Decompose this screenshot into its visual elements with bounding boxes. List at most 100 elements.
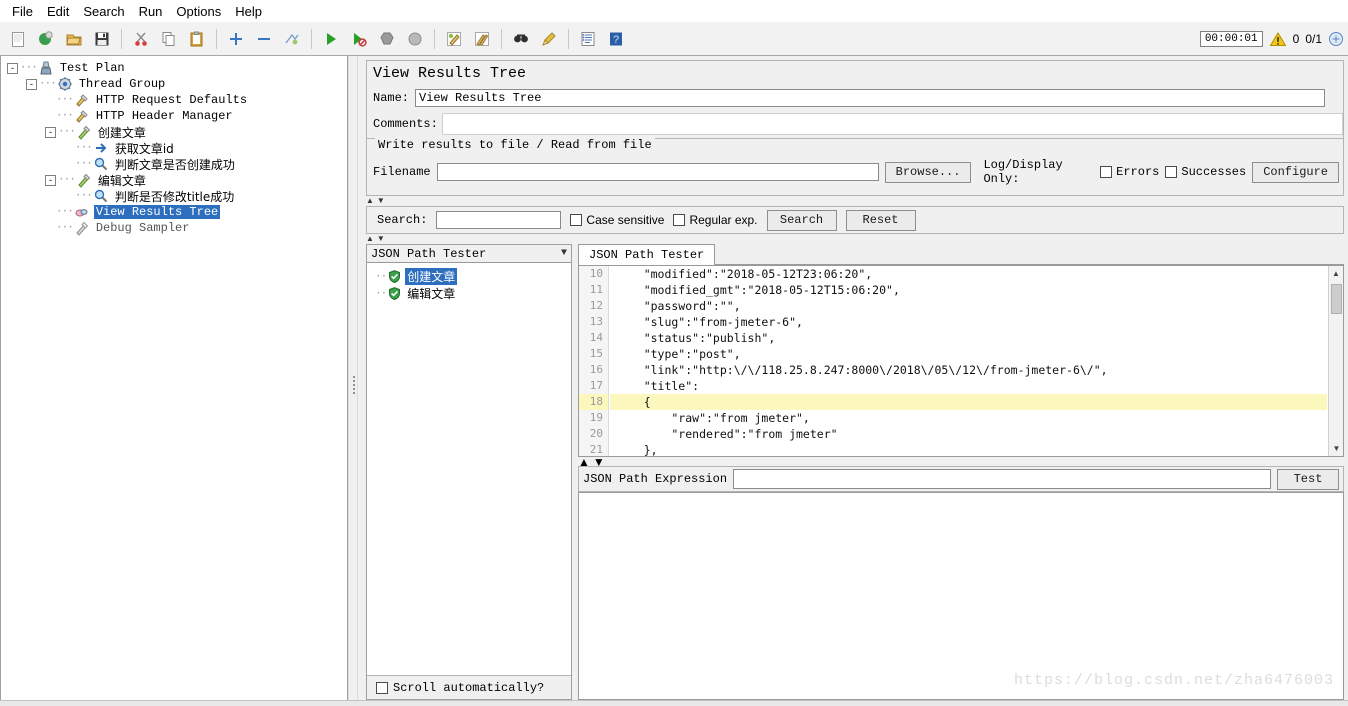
scroll-down-arrow[interactable]: ▼	[1329, 441, 1343, 456]
code-line[interactable]: },	[610, 442, 1327, 456]
stop-icon[interactable]	[375, 27, 399, 51]
search-button[interactable]: Search	[766, 209, 837, 231]
search-reset-icon[interactable]	[537, 27, 561, 51]
regular-exp-wrap[interactable]: Regular exp.	[673, 213, 758, 227]
tree-node[interactable]: ··· HTTP Request Defaults	[7, 92, 347, 108]
tree-node-label[interactable]: Test Plan	[58, 61, 127, 75]
tree-node[interactable]: ··· 获取文章id	[7, 140, 347, 156]
code-line[interactable]: "modified":"2018-05-12T23:06:20",	[610, 266, 1327, 282]
comments-input[interactable]	[441, 113, 1343, 135]
tree-node-label[interactable]: 编辑文章	[96, 172, 148, 189]
test-plan-tree[interactable]: - ··· Test Plan - ··· Thread Group ··· HTTP Req…	[1, 56, 347, 236]
menu-options[interactable]: Options	[169, 2, 228, 21]
browse-button[interactable]: Browse...	[884, 161, 972, 183]
search-input[interactable]	[436, 211, 562, 229]
json-path-result-area[interactable]	[578, 492, 1344, 700]
tree-node-label[interactable]: HTTP Header Manager	[94, 109, 235, 123]
paste-icon[interactable]	[185, 27, 209, 51]
templates-icon[interactable]	[34, 27, 58, 51]
tree-node[interactable]: ··· View Results Tree	[7, 204, 347, 220]
tree-node[interactable]: ··· Debug Sampler	[7, 220, 347, 236]
json-vertical-scrollbar[interactable]: ▲ ▼	[1328, 266, 1343, 456]
search-icon[interactable]	[509, 27, 533, 51]
split-down-arrow[interactable]: ▼	[377, 196, 385, 205]
collapse-all-icon[interactable]	[252, 27, 276, 51]
test-plan-tree-panel[interactable]: - ··· Test Plan - ··· Thread Group ··· HTTP Req…	[0, 56, 348, 706]
filename-input[interactable]	[436, 163, 879, 181]
tree-toggle-icon[interactable]: -	[7, 62, 18, 74]
renderer-combobox[interactable]: JSON Path Tester ▼	[367, 245, 571, 263]
menu-search[interactable]: Search	[76, 2, 131, 21]
json-code-content[interactable]: "modified":"2018-05-12T23:06:20", "modif…	[610, 266, 1327, 456]
cut-icon[interactable]	[129, 27, 153, 51]
case-sensitive-checkbox[interactable]	[570, 214, 583, 226]
tree-node[interactable]: ··· 判断文章是否创建成功	[7, 156, 347, 172]
name-input[interactable]: View Results Tree	[415, 89, 1326, 107]
file-group-split-handle[interactable]: ▲ ▼	[366, 196, 1344, 205]
reset-button[interactable]: Reset	[845, 209, 916, 231]
tree-node-label[interactable]: View Results Tree	[93, 205, 221, 219]
code-line[interactable]: {	[610, 394, 1327, 410]
errors-checkbox-wrap[interactable]: Errors	[1100, 165, 1159, 179]
chevron-down-icon[interactable]: ▼	[561, 248, 567, 259]
tree-node-label[interactable]: 创建文章	[96, 124, 148, 141]
scroll-up-arrow[interactable]: ▲	[1329, 266, 1343, 281]
split-up-arrow-2[interactable]: ▲	[366, 234, 374, 243]
scroll-automatically-wrap[interactable]: Scroll automatically?	[367, 675, 571, 699]
clear-icon[interactable]	[442, 27, 466, 51]
tab-json-path-tester[interactable]: JSON Path Tester	[578, 244, 716, 265]
tree-node[interactable]: - ··· Thread Group	[7, 76, 347, 92]
code-line[interactable]: "title":	[610, 378, 1327, 394]
sample-result-label[interactable]: 编辑文章	[405, 285, 457, 302]
shutdown-icon[interactable]	[403, 27, 427, 51]
code-line[interactable]: "status":"publish",	[610, 330, 1327, 346]
errors-checkbox[interactable]	[1100, 166, 1113, 178]
main-splitter[interactable]	[348, 56, 358, 706]
search-split-handle[interactable]: ▲ ▼	[366, 234, 1344, 243]
successes-checkbox-wrap[interactable]: Successes	[1165, 165, 1246, 179]
code-line[interactable]: "rendered":"from jmeter"	[610, 426, 1327, 442]
code-line[interactable]: "raw":"from jmeter",	[610, 410, 1327, 426]
tree-node-label[interactable]: HTTP Request Defaults	[94, 93, 249, 107]
tree-node[interactable]: ··· HTTP Header Manager	[7, 108, 347, 124]
json-path-expression-input[interactable]	[733, 469, 1271, 489]
sample-result-tree[interactable]: ·· 创建文章 ·· 编辑文章	[367, 264, 571, 675]
tree-toggle-icon[interactable]: -	[45, 174, 56, 186]
start-icon[interactable]	[319, 27, 343, 51]
tree-node-label[interactable]: 判断文章是否创建成功	[113, 156, 237, 173]
tree-node-label[interactable]: 获取文章id	[113, 140, 176, 157]
tree-node[interactable]: ··· 判断是否修改title成功	[7, 188, 347, 204]
tree-node[interactable]: - ··· Test Plan	[7, 60, 347, 76]
copy-icon[interactable]	[157, 27, 181, 51]
help-icon[interactable]: ?	[604, 27, 628, 51]
scroll-automatically-checkbox[interactable]	[376, 681, 388, 694]
clear-all-icon[interactable]	[470, 27, 494, 51]
tree-node-label[interactable]: Thread Group	[77, 77, 167, 91]
tree-toggle-icon[interactable]: -	[45, 126, 56, 138]
split-down-arrow-2[interactable]: ▼	[377, 234, 385, 243]
sample-result-label[interactable]: 创建文章	[405, 268, 458, 285]
case-sensitive-wrap[interactable]: Case sensitive	[570, 213, 664, 227]
configure-button[interactable]: Configure	[1252, 161, 1339, 183]
regular-exp-checkbox[interactable]	[673, 214, 686, 226]
toggle-icon[interactable]	[280, 27, 304, 51]
function-helper-icon[interactable]	[576, 27, 600, 51]
menu-file[interactable]: File	[5, 2, 40, 21]
test-button[interactable]: Test	[1277, 468, 1339, 490]
scrollbar-thumb[interactable]	[1331, 284, 1342, 314]
tree-toggle-icon[interactable]: -	[26, 78, 37, 90]
successes-checkbox[interactable]	[1165, 166, 1178, 178]
split-up-arrow[interactable]: ▲	[366, 196, 374, 205]
open-icon[interactable]	[62, 27, 86, 51]
code-line[interactable]: "link":"http:\/\/118.25.8.247:8000\/2018…	[610, 362, 1327, 378]
menu-help[interactable]: Help	[228, 2, 269, 21]
start-no-pauses-icon[interactable]	[347, 27, 371, 51]
tree-node-label[interactable]: Debug Sampler	[94, 221, 192, 235]
code-line[interactable]: "slug":"from-jmeter-6",	[610, 314, 1327, 330]
json-response-view[interactable]: 10 11 12 13 14 15 16 17 18 19 20 21 "modified":"201…	[578, 265, 1344, 457]
code-line[interactable]: "type":"post",	[610, 346, 1327, 362]
tree-node-label[interactable]: 判断是否修改title成功	[113, 188, 236, 205]
sample-result-row[interactable]: ·· 编辑文章	[375, 285, 571, 302]
sample-result-row[interactable]: ·· 创建文章	[375, 268, 571, 285]
expand-all-icon[interactable]	[224, 27, 248, 51]
